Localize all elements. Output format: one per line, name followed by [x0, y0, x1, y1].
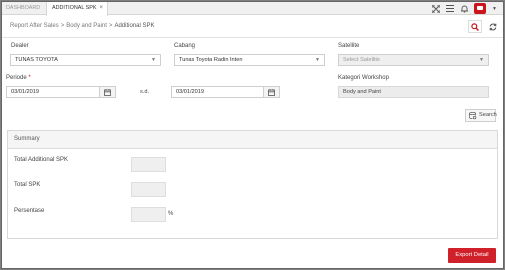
- tab-bar: DASHBOARD ADDITIONAL SPK × ▼: [2, 2, 503, 16]
- refresh-icon: [489, 23, 496, 30]
- caret-down-icon[interactable]: ▼: [492, 6, 497, 12]
- breadcrumb-separator: >: [60, 23, 65, 29]
- dealer-value: TUNAS TOYOTA: [15, 57, 58, 63]
- breadcrumb-row: Report After Sales > Body and Paint > Additi…: [2, 16, 503, 38]
- chevron-down-icon: ▼: [151, 57, 156, 63]
- toolbar-icons: ▼: [432, 3, 497, 14]
- total-spk-label: Total SPK: [14, 182, 41, 188]
- database-search-icon: [469, 111, 477, 125]
- search-icon: [471, 22, 479, 31]
- calendar-icon: [268, 88, 275, 96]
- date-from-input[interactable]: 03/01/2019: [6, 86, 100, 98]
- satellite-select[interactable]: Select Satellite ▼: [338, 54, 489, 66]
- sd-label: s.d.: [140, 89, 150, 95]
- total-additional-spk-label: Total Additional SPK: [14, 157, 69, 163]
- percent-sign: %: [168, 211, 174, 217]
- chevron-down-icon: ▼: [315, 57, 320, 63]
- total-spk-value: [131, 182, 166, 197]
- breadcrumb-item[interactable]: Report After Sales: [10, 23, 59, 29]
- close-icon[interactable]: ×: [99, 2, 103, 15]
- date-to-calendar-button[interactable]: [263, 86, 280, 98]
- expand-icon[interactable]: [432, 4, 441, 13]
- dealer-label: Dealer: [11, 43, 29, 49]
- kategori-label: Kategori Workshop: [338, 75, 389, 81]
- tab-additional-spk[interactable]: ADDITIONAL SPK ×: [46, 2, 108, 16]
- search-button-label: Search: [479, 112, 497, 118]
- total-additional-spk-value: [131, 157, 166, 172]
- dealer-select[interactable]: TUNAS TOYOTA ▼: [10, 54, 161, 66]
- satellite-label: Satellite: [338, 43, 360, 49]
- search-toggle-button[interactable]: [468, 20, 482, 33]
- tab-dashboard[interactable]: DASHBOARD: [6, 2, 44, 15]
- summary-panel: Summary Total Additional SPK Total SPK P…: [7, 130, 498, 239]
- satellite-placeholder: Select Satellite: [343, 57, 381, 63]
- calendar-icon: [104, 88, 111, 96]
- persentase-label: Persentase: [14, 208, 45, 214]
- breadcrumb-current: Additional SPK: [114, 23, 155, 29]
- periode-label: Periode *: [6, 75, 31, 81]
- bell-icon[interactable]: [460, 5, 468, 13]
- date-from-calendar-button[interactable]: [99, 86, 116, 98]
- breadcrumb: Report After Sales > Body and Paint > Additi…: [10, 23, 154, 29]
- breadcrumb-separator: >: [108, 23, 113, 29]
- chevron-down-icon: ▼: [479, 57, 484, 63]
- app-window: DASHBOARD ADDITIONAL SPK × ▼ Report Afte…: [1, 1, 504, 269]
- cabang-value: Tunas Toyota Radin Inten: [179, 57, 243, 63]
- menu-icon[interactable]: [446, 5, 455, 13]
- export-detail-button[interactable]: Export Detail: [448, 248, 496, 263]
- summary-title: Summary: [8, 131, 497, 149]
- search-button[interactable]: Search: [465, 109, 497, 125]
- cabang-select[interactable]: Tunas Toyota Radin Inten ▼: [174, 54, 325, 66]
- required-marker: *: [28, 75, 31, 81]
- refresh-button[interactable]: [486, 20, 499, 33]
- breadcrumb-item[interactable]: Body and Paint: [66, 23, 107, 29]
- user-icon[interactable]: [474, 3, 487, 14]
- cabang-label: Cabang: [174, 43, 196, 49]
- periode-label-text: Periode: [6, 75, 27, 81]
- persentase-value: [131, 207, 166, 222]
- date-to-input[interactable]: 03/01/2019: [171, 86, 264, 98]
- tab-additional-spk-label: ADDITIONAL SPK: [52, 5, 97, 11]
- kategori-workshop-field: Body and Paint: [338, 86, 489, 98]
